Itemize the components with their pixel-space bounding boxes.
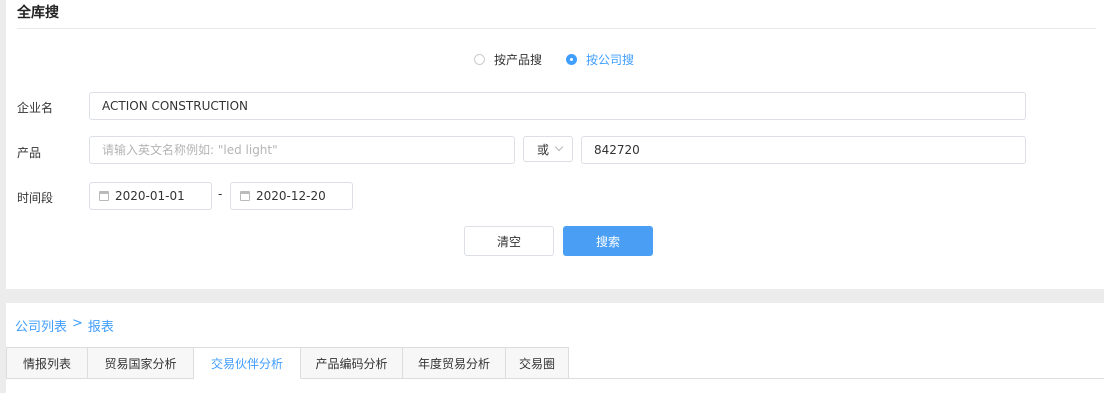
start-date-value: 2020-01-01 <box>115 189 185 203</box>
breadcrumb-separator: > <box>72 316 83 331</box>
radio-dot[interactable] <box>474 54 485 65</box>
start-date-picker[interactable]: 2020-01-01 <box>89 182 212 210</box>
end-date-value: 2020-12-20 <box>256 189 326 203</box>
clear-button[interactable]: 清空 <box>464 226 554 256</box>
tab-product-code[interactable]: 产品编码分析 <box>301 347 403 379</box>
period-label: 时间段 <box>17 191 54 205</box>
search-button[interactable]: 搜索 <box>563 226 653 256</box>
breadcrumb: 公司列表 > 报表 <box>15 316 114 335</box>
operator-select[interactable]: 或 <box>523 136 573 162</box>
calendar-icon <box>99 191 109 201</box>
calendar-icon <box>240 191 250 201</box>
radio-label-company: 按公司搜 <box>586 53 635 67</box>
tab-intel-list[interactable]: 情报列表 <box>6 347 88 379</box>
page-title: 全库搜 <box>17 5 59 21</box>
tab-trade-partner[interactable]: 交易伙伴分析 <box>194 347 301 379</box>
radio-search-by-product[interactable]: 按产品搜 <box>474 51 542 68</box>
breadcrumb-company-list[interactable]: 公司列表 <box>15 316 67 335</box>
tabs-divider <box>569 378 1104 379</box>
operator-select-value: 或 <box>537 142 550 157</box>
tab-trade-circle[interactable]: 交易圈 <box>506 347 569 379</box>
tab-annual-trade[interactable]: 年度贸易分析 <box>403 347 506 379</box>
product-code-input[interactable] <box>581 136 1026 164</box>
date-range-separator: - <box>218 187 223 201</box>
report-tabs: 情报列表 贸易国家分析 交易伙伴分析 产品编码分析 年度贸易分析 交易圈 <box>6 347 569 379</box>
chevron-down-icon <box>554 142 564 151</box>
company-label: 企业名 <box>17 101 54 115</box>
end-date-picker[interactable]: 2020-12-20 <box>230 182 353 210</box>
product-name-input[interactable] <box>89 136 515 164</box>
title-divider <box>17 28 1096 29</box>
radio-dot-checked[interactable] <box>566 54 578 65</box>
breadcrumb-report[interactable]: 报表 <box>88 316 114 335</box>
tab-trade-country[interactable]: 贸易国家分析 <box>88 347 194 379</box>
product-label: 产品 <box>17 146 42 160</box>
radio-label-product: 按产品搜 <box>494 53 543 67</box>
company-input[interactable] <box>89 92 1026 120</box>
radio-search-by-company[interactable]: 按公司搜 <box>566 51 634 68</box>
search-mode-radio-group: 按产品搜 按公司搜 <box>474 51 658 68</box>
